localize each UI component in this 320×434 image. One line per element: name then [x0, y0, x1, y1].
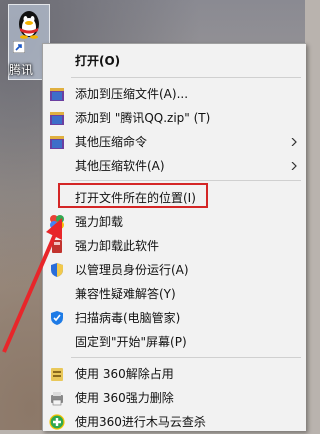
menu-item-other-compress-software[interactable]: 其他压缩软件(A): [43, 154, 306, 178]
pinwheel-icon: [50, 215, 64, 229]
menu-item-label: 强力卸载此软件: [75, 239, 160, 253]
menu-separator: [71, 77, 301, 78]
archive-icon: [50, 112, 64, 125]
menu-item-label: 以管理员身份运行(A): [75, 263, 189, 277]
submenu-arrow-icon: [291, 162, 297, 170]
menu-item-add-to-zip[interactable]: 添加到 "腾讯QQ.zip" (T): [43, 106, 306, 130]
menu-item-label: 强力卸载: [75, 215, 124, 229]
archive-icon: [50, 136, 64, 149]
menu-item-label: 打开(O): [75, 54, 121, 68]
menu-item-label: 使用360进行木马云查杀: [75, 415, 206, 429]
context-menu: 打开(O) 添加到压缩文件(A)... 添加到 "腾讯QQ.zip" (T) 其…: [42, 43, 306, 431]
360-unlock-icon: [51, 368, 63, 381]
menu-item-run-as-admin[interactable]: 以管理员身份运行(A): [43, 258, 306, 282]
menu-item-label: 固定到"开始"屏幕(P): [75, 335, 187, 349]
menu-separator: [71, 357, 301, 358]
menu-separator: [71, 180, 301, 181]
menu-item-360-force-delete[interactable]: 使用 360强力删除: [43, 386, 306, 410]
menu-item-other-compress-commands[interactable]: 其他压缩命令: [43, 130, 306, 154]
menu-item-360-unlock[interactable]: 使用 360解除占用: [43, 362, 306, 386]
menu-item-label: 其他压缩软件(A): [75, 159, 165, 173]
menu-item-label: 添加到 "腾讯QQ.zip" (T): [75, 111, 211, 125]
360-trojan-icon: [49, 414, 65, 430]
shield-icon: [51, 263, 63, 277]
menu-item-label: 其他压缩命令: [75, 135, 148, 149]
shortcut-arrow-icon: [13, 41, 25, 53]
menu-item-label: 兼容性疑难解答(Y): [75, 287, 176, 301]
archive-icon: [50, 88, 64, 101]
highlight-box: [58, 183, 208, 208]
menu-item-compatibility-troubleshoot[interactable]: 兼容性疑难解答(Y): [43, 282, 306, 306]
submenu-arrow-icon: [291, 138, 297, 146]
menu-item-360-trojan-scan[interactable]: 使用360进行木马云查杀: [43, 410, 306, 434]
uninstall-icon: [52, 240, 62, 253]
menu-item-label: 使用 360强力删除: [75, 391, 174, 405]
menu-item-label: 使用 360解除占用: [75, 367, 174, 381]
menu-item-label: 添加到压缩文件(A)...: [75, 87, 189, 101]
menu-item-add-to-archive[interactable]: 添加到压缩文件(A)...: [43, 82, 306, 106]
menu-item-label: 扫描病毒(电脑管家): [75, 311, 181, 325]
menu-item-pin-to-start[interactable]: 固定到"开始"屏幕(P): [43, 330, 306, 354]
menu-item-scan-virus[interactable]: 扫描病毒(电脑管家): [43, 306, 306, 330]
menu-item-force-uninstall-this[interactable]: 强力卸载此软件: [43, 234, 306, 258]
menu-item-open[interactable]: 打开(O): [43, 49, 306, 73]
tencent-guard-icon: [51, 311, 63, 325]
qq-penguin-icon: [19, 11, 39, 39]
menu-item-force-uninstall[interactable]: 强力卸载: [43, 210, 306, 234]
360-delete-icon: [51, 392, 63, 406]
